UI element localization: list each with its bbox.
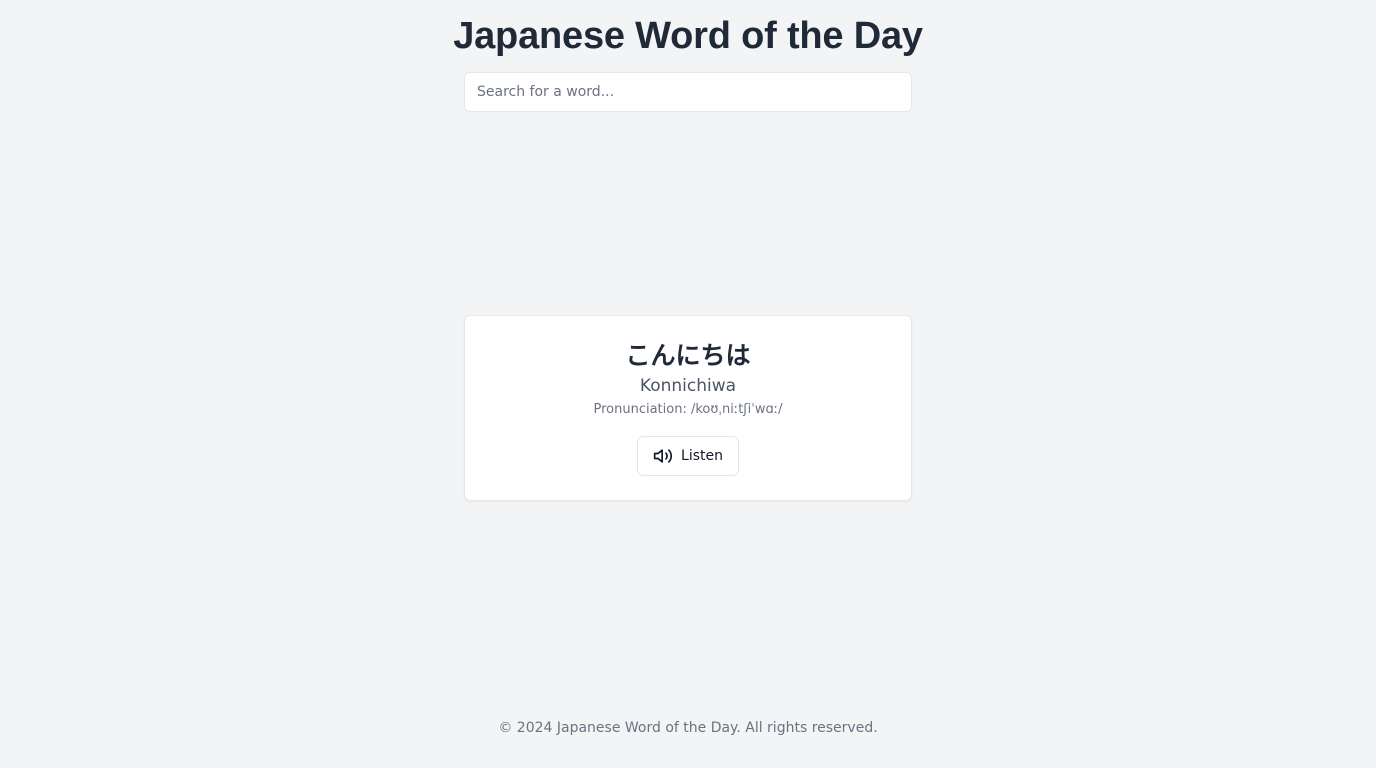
listen-button[interactable]: Listen [637,436,739,476]
speaker-icon [653,446,673,466]
word-card: こんにちは Konnichiwa Pronunciation: /koʊˌniː… [464,315,912,501]
search-input[interactable] [464,72,912,112]
page-title: Japanese Word of the Day [453,15,923,57]
footer-text: © 2024 Japanese Word of the Day. All rig… [498,720,878,736]
listen-button-label: Listen [681,448,723,464]
search-container [464,72,912,112]
word-japanese: こんにちは [625,341,751,370]
word-romaji: Konnichiwa [639,376,737,396]
word-pronunciation: Pronunciation: /koʊˌniːtʃiˈwɑː/ [593,402,783,417]
